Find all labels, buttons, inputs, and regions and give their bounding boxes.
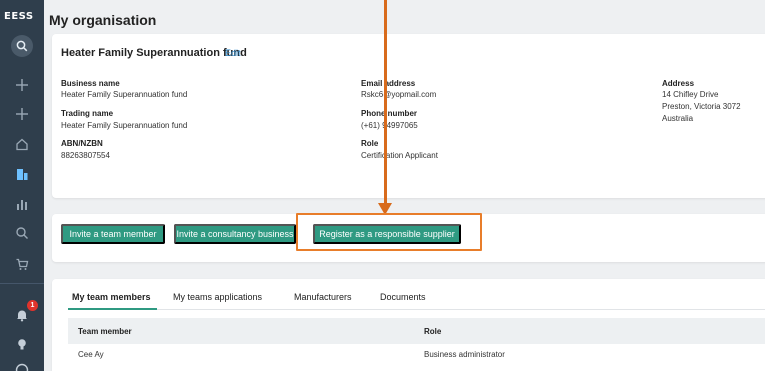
table-header: Team member Role xyxy=(68,318,765,344)
email-label: Email address xyxy=(361,79,416,88)
role-label: Role xyxy=(361,139,379,148)
phone-value: (+61) 94997065 xyxy=(361,121,418,130)
address-line-3: Australia xyxy=(662,114,694,123)
home-icon[interactable] xyxy=(12,134,32,154)
add-icon[interactable] xyxy=(12,104,32,124)
lightbulb-icon[interactable] xyxy=(12,334,32,354)
reports-icon[interactable] xyxy=(12,194,32,214)
page-title: My organisation xyxy=(49,12,157,28)
invite-team-member-button[interactable]: Invite a team member xyxy=(61,224,165,244)
tab-my-team-members[interactable]: My team members xyxy=(72,292,151,302)
annotation-arrow-line xyxy=(384,0,387,207)
notification-badge: 1 xyxy=(27,300,38,311)
brand-logo[interactable]: EESS xyxy=(4,11,34,22)
team-member-role: Business administrator xyxy=(424,350,505,359)
search-icon[interactable] xyxy=(11,35,33,57)
column-header-team-member[interactable]: Team member xyxy=(78,327,132,336)
business-name-label: Business name xyxy=(61,79,120,88)
organisation-name: Heater Family Superannuation fund xyxy=(61,47,247,59)
edit-link[interactable]: Edit xyxy=(225,48,241,58)
invite-consultancy-button[interactable]: Invite a consultancy business xyxy=(174,224,296,244)
role-value: Certification Applicant xyxy=(361,151,438,160)
organisation-details-card: Heater Family Superannuation fund Edit B… xyxy=(52,34,765,198)
address-line-1: 14 Chifley Drive xyxy=(662,90,719,99)
help-icon[interactable] xyxy=(12,360,32,371)
column-header-role[interactable]: Role xyxy=(424,327,441,336)
tab-documents[interactable]: Documents xyxy=(380,292,426,302)
tab-manufacturers[interactable]: Manufacturers xyxy=(294,292,352,302)
annotation-highlight-box xyxy=(296,213,482,251)
organisation-icon[interactable] xyxy=(12,164,32,184)
phone-label: Phone number xyxy=(361,109,418,118)
trading-name-value: Heater Family Superannuation fund xyxy=(61,121,188,130)
business-name-value: Heater Family Superannuation fund xyxy=(61,90,188,99)
active-tab-indicator xyxy=(68,308,157,310)
team-member-name: Cee Ay xyxy=(78,350,104,359)
search-icon[interactable] xyxy=(12,223,32,243)
cart-icon[interactable] xyxy=(12,254,32,274)
abn-value: 88263807554 xyxy=(61,151,110,160)
add-icon[interactable] xyxy=(12,75,32,95)
trading-name-label: Trading name xyxy=(61,109,114,118)
sidebar: EESS 1 xyxy=(0,0,44,371)
abn-label: ABN/NZBN xyxy=(61,139,103,148)
tab-divider xyxy=(68,309,765,310)
team-card: My team members My teams applications Ma… xyxy=(52,279,765,371)
sidebar-divider xyxy=(0,283,44,284)
email-value: Rskc6@yopmail.com xyxy=(361,90,437,99)
address-label: Address xyxy=(662,79,695,88)
address-line-2: Preston, Victoria 3072 xyxy=(662,102,741,111)
tab-my-teams-applications[interactable]: My teams applications xyxy=(173,292,262,302)
